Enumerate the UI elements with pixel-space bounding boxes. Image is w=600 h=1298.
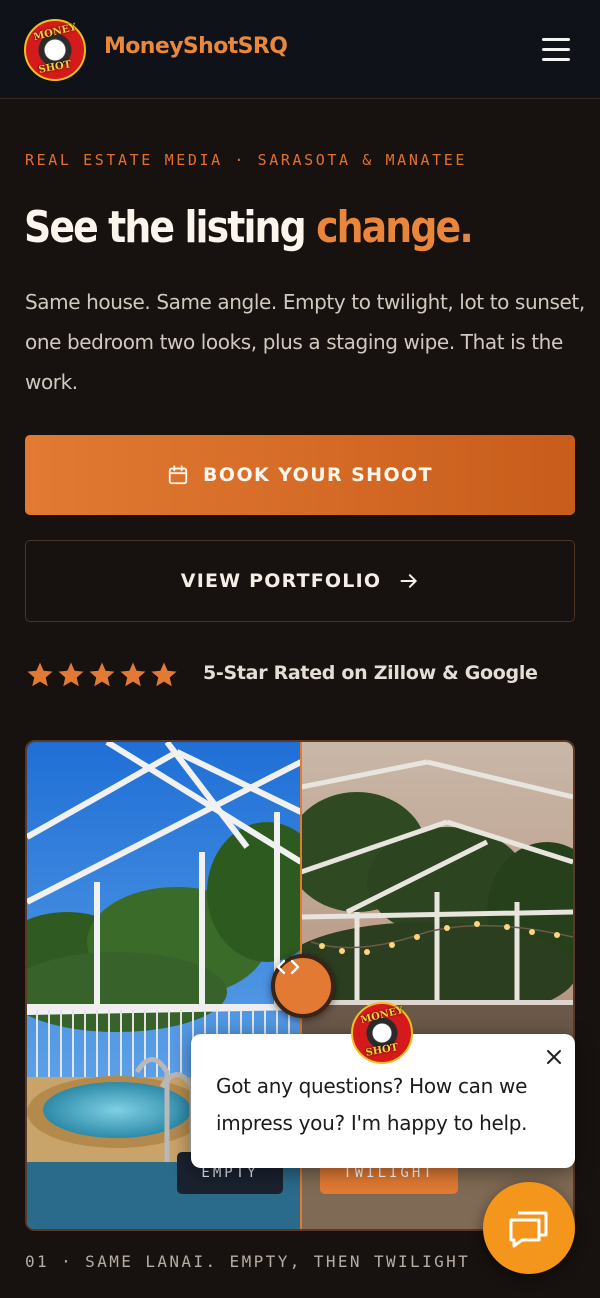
arrow-right-icon xyxy=(400,574,417,588)
chat-popup[interactable]: MONEY SHOT Got any questions? How can we… xyxy=(191,1002,575,1168)
chat-close-button[interactable] xyxy=(543,1046,565,1068)
headline-accent: change. xyxy=(316,202,474,253)
menu-button[interactable] xyxy=(538,36,576,64)
hero-description: Same house. Same angle. Empty to twiligh… xyxy=(25,290,585,394)
book-shoot-button[interactable]: BOOK YOUR SHOOT xyxy=(25,435,575,515)
rating-text: 5-Star Rated on Zillow & Google xyxy=(203,662,538,684)
star-icon xyxy=(89,662,115,687)
chat-launcher-button[interactable] xyxy=(483,1182,575,1274)
close-icon xyxy=(547,1050,561,1064)
headline-main: See the listing xyxy=(24,202,317,253)
star-icon xyxy=(27,662,53,687)
brand-name[interactable]: MoneyShotSRQ xyxy=(104,34,288,59)
logo-text-bottom: SHOT xyxy=(37,59,73,76)
chat-avatar: MONEY SHOT xyxy=(351,1002,413,1064)
star-icon xyxy=(58,662,84,687)
logo[interactable]: MONEY SHOT xyxy=(24,19,86,81)
view-portfolio-button[interactable]: VIEW PORTFOLIO xyxy=(25,540,575,622)
code-arrows-icon xyxy=(276,959,300,975)
star-icon xyxy=(120,662,146,687)
logo-text-top: MONEY xyxy=(32,21,78,44)
view-portfolio-label: VIEW PORTFOLIO xyxy=(180,570,382,592)
book-shoot-label: BOOK YOUR SHOOT xyxy=(203,464,433,486)
calendar-icon xyxy=(168,465,188,485)
star-rating xyxy=(25,660,179,690)
avatar-text-bottom: SHOT xyxy=(364,1042,400,1059)
chat-message: Got any questions? How can we impress yo… xyxy=(216,1074,528,1135)
slider-handle[interactable] xyxy=(271,954,335,1018)
star-icon xyxy=(151,662,177,687)
site-header: MONEY SHOT MoneyShotSRQ xyxy=(0,0,600,99)
hero-headline: See the listing change. xyxy=(24,198,474,258)
comparison-caption: 01 · SAME LANAI. EMPTY, THEN TWILIGHT xyxy=(25,1252,471,1271)
chat-bubbles-icon xyxy=(509,1211,548,1248)
hero-eyebrow: REAL ESTATE MEDIA · SARASOTA & MANATEE xyxy=(25,151,467,169)
